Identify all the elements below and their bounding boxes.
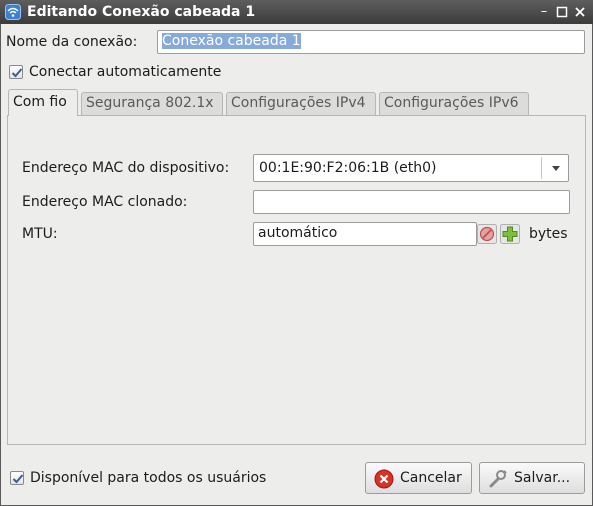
cancel-button[interactable]: Cancelar [365, 462, 472, 494]
tab-ipv4-label: Configurações IPv4 [231, 95, 366, 111]
increase-icon[interactable] [500, 224, 520, 244]
window-titlebar[interactable]: Editando Conexão cabeada 1 – [0, 0, 593, 24]
checkmark-icon [12, 474, 24, 484]
save-button[interactable]: Salvar... [479, 462, 585, 494]
window-title: Editando Conexão cabeada 1 [27, 4, 256, 20]
device-mac-label: Endereço MAC do dispositivo: [22, 160, 230, 176]
all-users-checkbox[interactable] [10, 471, 24, 485]
device-mac-combo[interactable]: 00:1E:90:F2:06:1B (eth0) [253, 154, 569, 182]
cancel-icon [374, 469, 394, 489]
mtu-input[interactable]: automático [253, 222, 477, 246]
auto-connect-label[interactable]: Conectar automaticamente [29, 63, 221, 81]
minimize-icon[interactable]: – [536, 4, 552, 20]
checkmark-icon [11, 68, 23, 78]
auto-connect-checkbox[interactable] [9, 65, 23, 79]
tab-seguranca-label: Segurança 802.1x [86, 95, 214, 111]
connection-name-input[interactable]: Conexão cabeada 1 [157, 30, 585, 54]
tab-com-fio-label: Com fio [13, 94, 67, 110]
tab-ipv6[interactable]: Configurações IPv6 [379, 92, 529, 115]
connection-name-value: Conexão cabeada 1 [162, 33, 301, 49]
close-icon[interactable] [572, 4, 588, 20]
cancel-button-label: Cancelar [400, 470, 462, 486]
mtu-unit-label: bytes [529, 226, 568, 242]
chevron-down-icon [552, 166, 560, 171]
maximize-icon[interactable] [554, 4, 570, 20]
tab-seguranca[interactable]: Segurança 802.1x [81, 92, 223, 115]
network-wireless-icon [5, 4, 21, 20]
mtu-value: automático [258, 225, 338, 241]
combo-separator [541, 157, 542, 179]
connection-name-label: Nome da conexão: [6, 34, 138, 50]
tab-com-fio[interactable]: Com fio [8, 89, 78, 116]
mtu-label: MTU: [22, 226, 58, 242]
tab-ipv4[interactable]: Configurações IPv4 [226, 92, 376, 115]
device-mac-value: 00:1E:90:F2:06:1B (eth0) [259, 160, 437, 176]
decrease-icon[interactable] [477, 224, 497, 244]
save-button-label: Salvar... [514, 470, 571, 486]
wrench-icon [489, 470, 507, 488]
cloned-mac-input[interactable] [253, 190, 570, 214]
tab-ipv6-label: Configurações IPv6 [384, 95, 519, 111]
cloned-mac-label: Endereço MAC clonado: [22, 194, 188, 210]
all-users-label[interactable]: Disponível para todos os usuários [30, 469, 266, 487]
